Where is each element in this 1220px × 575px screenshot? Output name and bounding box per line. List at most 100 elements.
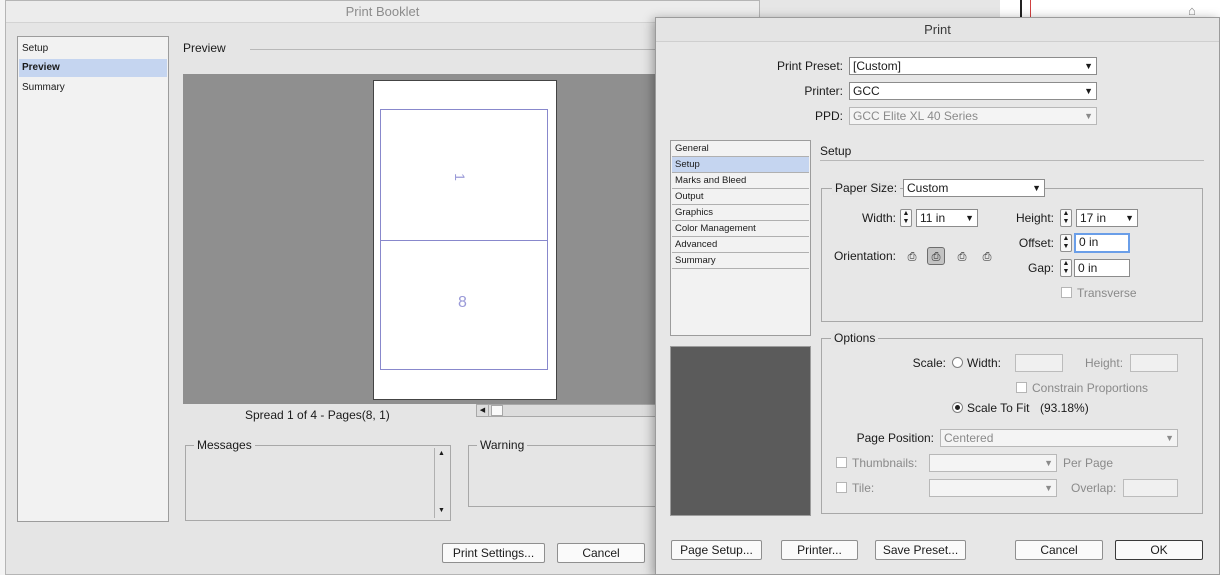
height-combo[interactable]: 17 in ▼ [1076, 209, 1138, 227]
chevron-down-icon: ▼ [1084, 86, 1093, 96]
scale-width-field [1015, 354, 1063, 372]
print-dialog: Print Print Preset: [Custom] ▼ Printer: … [655, 17, 1220, 575]
scale-height-field [1130, 354, 1178, 372]
divider [820, 160, 1204, 161]
printer-value: GCC [853, 84, 880, 98]
gap-label: Gap: [1027, 261, 1054, 275]
paper-size-label: Paper Size: [832, 181, 901, 195]
printer-select[interactable]: GCC ▼ [849, 82, 1097, 100]
chevron-down-icon: ▼ [1084, 61, 1093, 71]
chevron-down-icon: ▼ [1044, 458, 1053, 468]
transverse-label: Transverse [1077, 286, 1137, 300]
nav-item-marks-and-bleed[interactable]: Marks and Bleed [672, 173, 809, 189]
print-booklet-window: Print Booklet Setup Preview Summary Prev… [5, 0, 760, 575]
width-value: 11 in [920, 211, 946, 225]
gap-stepper[interactable]: ▲ ▼ [1060, 259, 1072, 277]
spread-scrollbar[interactable]: ◀ [476, 404, 660, 417]
ppd-label: PPD: [814, 109, 843, 123]
chevron-down-icon: ▼ [1125, 213, 1134, 223]
scale-to-fit-radio[interactable] [952, 402, 963, 413]
per-page-label: Per Page [1063, 456, 1114, 470]
paper-size-select[interactable]: Custom ▼ [903, 179, 1045, 197]
reverse-landscape-icon[interactable]: ⎙ [978, 247, 996, 265]
thumbnails-checkbox[interactable] [836, 457, 847, 468]
radio-dot [955, 405, 960, 410]
scale-width-radio[interactable] [952, 357, 963, 368]
divider [250, 49, 660, 50]
scale-to-fit-value: (93.18%) [1040, 401, 1089, 415]
preview-area: 1 8 [183, 74, 660, 404]
page-position-select: Centered ▼ [940, 429, 1178, 447]
nav-item-general[interactable]: General [672, 141, 809, 157]
chevron-down-icon: ▼ [965, 213, 974, 223]
print-preset-label: Print Preset: [776, 59, 843, 73]
print-preview-thumbnail [670, 346, 811, 516]
cancel-button[interactable]: Cancel [1015, 540, 1103, 560]
overlap-label: Overlap: [1071, 481, 1117, 495]
nav-item-graphics[interactable]: Graphics [672, 205, 809, 221]
options-label: Options [831, 331, 879, 345]
dialog-title: Print [656, 18, 1219, 42]
landscape-icon[interactable]: ⎙ [927, 247, 945, 265]
scroll-thumb[interactable] [491, 405, 503, 416]
printer-label: Printer: [804, 84, 843, 98]
warning-label: Warning [477, 438, 528, 452]
ok-button[interactable]: OK [1115, 540, 1203, 560]
preview-heading: Preview [183, 41, 226, 55]
tile-select: ▼ [929, 479, 1057, 497]
offset-field[interactable]: 0 in [1074, 233, 1130, 253]
messages-group: ▲ ▼ [185, 445, 451, 521]
spread-label: Spread 1 of 4 - Pages(8, 1) [245, 408, 390, 422]
messages-scrollbar[interactable]: ▲ ▼ [434, 448, 448, 518]
page-setup-button[interactable]: Page Setup... [671, 540, 762, 560]
ppd-value: GCC Elite XL 40 Series [853, 109, 978, 123]
scale-width-label: Width: [967, 356, 1002, 370]
sidebar-item-summary[interactable]: Summary [19, 79, 167, 97]
height-value: 17 in [1080, 211, 1107, 225]
nav-item-setup[interactable]: Setup [672, 157, 809, 173]
scroll-up-icon[interactable]: ▲ [435, 450, 448, 457]
width-label: Width: [861, 211, 896, 225]
width-combo[interactable]: 11 in ▼ [916, 209, 978, 227]
tile-label: Tile: [852, 481, 875, 495]
portrait-icon[interactable]: ⎙ [903, 247, 921, 265]
width-stepper[interactable]: ▲ ▼ [900, 209, 912, 227]
nav-item-output[interactable]: Output [672, 189, 809, 205]
gap-field[interactable]: 0 in [1074, 259, 1130, 277]
sidebar-item-preview[interactable]: Preview [19, 59, 167, 77]
save-preset-button[interactable]: Save Preset... [875, 540, 966, 560]
chevron-down-icon: ▼ [1084, 111, 1093, 121]
print-preset-select[interactable]: [Custom] ▼ [849, 57, 1097, 75]
transverse-checkbox[interactable] [1061, 287, 1072, 298]
paper-size-value: Custom [907, 181, 949, 195]
booklet-sidebar: Setup Preview Summary [17, 36, 169, 522]
tile-checkbox[interactable] [836, 482, 847, 493]
scale-height-label: Height: [1085, 356, 1124, 370]
sidebar-item-setup[interactable]: Setup [19, 40, 167, 58]
scroll-left-icon[interactable]: ◀ [477, 405, 489, 416]
nav-item-summary[interactable]: Summary [672, 253, 809, 269]
nav-item-advanced[interactable]: Advanced [672, 237, 809, 253]
chevron-down-icon: ▼ [1032, 183, 1041, 193]
warning-group [468, 445, 661, 507]
page-number-bottom: 8 [458, 294, 467, 311]
reverse-portrait-icon[interactable]: ⎙ [953, 247, 971, 265]
page-position-value: Centered [944, 431, 994, 445]
print-nav-list: General Setup Marks and Bleed Output Gra… [670, 140, 811, 336]
constrain-proportions-checkbox[interactable] [1016, 382, 1027, 393]
thumbnails-label: Thumbnails: [852, 456, 918, 470]
constrain-proportions-label: Constrain Proportions [1032, 381, 1149, 395]
offset-label: Offset: [1018, 236, 1054, 250]
booklet-cancel-button[interactable]: Cancel [557, 543, 645, 563]
offset-stepper[interactable]: ▲ ▼ [1060, 234, 1072, 252]
height-label: Height: [1015, 211, 1054, 225]
printer-button[interactable]: Printer... [781, 540, 858, 560]
thumbnails-select: ▼ [929, 454, 1057, 472]
page-fold-line [380, 240, 548, 241]
height-stepper[interactable]: ▲ ▼ [1060, 209, 1072, 227]
page-number-top: 1 [451, 173, 468, 181]
setup-heading: Setup [820, 144, 852, 158]
print-settings-button[interactable]: Print Settings... [442, 543, 545, 563]
nav-item-color-management[interactable]: Color Management [672, 221, 809, 237]
scroll-down-icon[interactable]: ▼ [435, 507, 448, 514]
